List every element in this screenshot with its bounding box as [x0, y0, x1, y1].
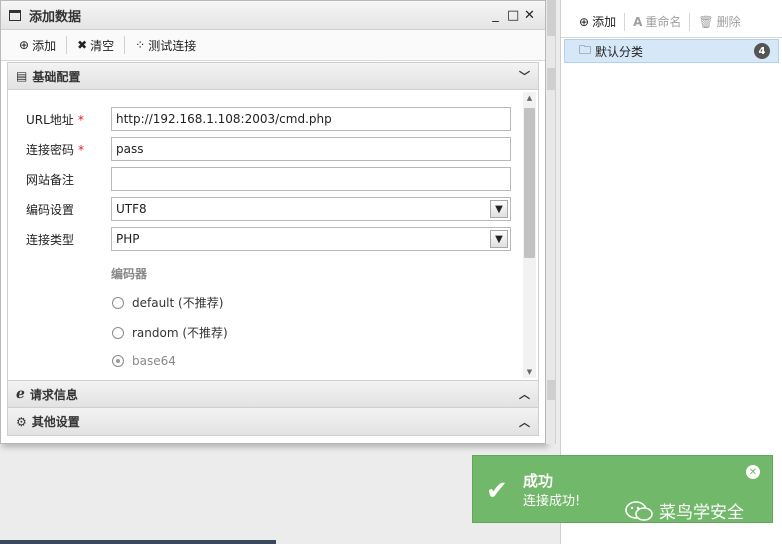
base-config-header[interactable]: ▤ 基础配置 ﹀ — [7, 62, 539, 90]
chevron-down-icon[interactable]: ▼ — [490, 200, 508, 218]
strip-block — [547, 0, 555, 36]
spinner-icon: ⁘ — [135, 38, 146, 52]
password-label: 连接密码 — [26, 142, 75, 157]
chevron-down-icon[interactable]: ▼ — [490, 230, 508, 248]
add-button-label: 添加 — [32, 38, 57, 53]
toast-message: 连接成功! — [523, 494, 581, 509]
encoder-option-base64[interactable]: base64 — [112, 354, 176, 368]
encoder-option-label: random (不推荐) — [132, 326, 228, 340]
scrollbar-thumb[interactable] — [524, 108, 535, 258]
font-icon: A — [633, 14, 643, 29]
plus-circle-icon: ⊕ — [579, 14, 590, 29]
encoder-option-label: base64 — [132, 354, 176, 368]
rename-button[interactable]: A 重命名 — [625, 13, 689, 30]
url-label-wrap: URL地址 * — [26, 111, 111, 128]
delete-label: 删除 — [716, 15, 741, 29]
radio-circle-icon[interactable] — [112, 326, 124, 339]
radio-checked-icon[interactable] — [112, 355, 124, 367]
category-label: 默认分类 — [595, 44, 644, 59]
dialog-edge-strip — [546, 0, 556, 444]
password-row: 连接密码 * pass — [26, 137, 512, 161]
category-add-button[interactable]: ⊕ 添加 — [571, 13, 624, 30]
toast-close-icon[interactable]: ✕ — [746, 465, 760, 479]
base-config-title: 基础配置 — [32, 69, 81, 84]
maximize-button[interactable]: □ — [507, 8, 519, 23]
category-toolbar: ⊕ 添加 A 重命名 🗑 删除 — [561, 6, 782, 38]
dialog-title: 添加数据 — [29, 9, 82, 25]
close-button[interactable]: ✕ — [524, 8, 535, 23]
taskbar-fragment — [0, 540, 276, 544]
type-label: 连接类型 — [26, 232, 75, 247]
password-input[interactable]: pass — [111, 137, 511, 161]
trash-icon: 🗑 — [698, 14, 714, 29]
encoding-label: 编码设置 — [26, 202, 75, 217]
rename-label: 重命名 — [645, 15, 682, 29]
scroll-down-icon[interactable]: ▼ — [523, 366, 536, 378]
other-settings-title: 其他设置 — [31, 415, 80, 429]
window-icon — [9, 9, 21, 21]
encoding-row: 编码设置 UTF8 ▼ — [26, 197, 512, 221]
required-mark: * — [78, 142, 85, 157]
type-row: 连接类型 PHP ▼ — [26, 227, 512, 251]
add-data-dialog: 添加数据 _ □ ✕ ⊕ 添加 ✖ 清空 ⁘ 测试连接 ▤ 基础配置 ﹀ URL… — [0, 0, 546, 444]
file-icon: ▤ — [16, 69, 28, 83]
radio-circle-icon[interactable] — [112, 296, 124, 309]
url-row: URL地址 * http://192.168.1.108:2003/cmd.php — [26, 107, 512, 131]
clear-button-label: 清空 — [90, 38, 115, 53]
encoding-value: UTF8 — [116, 202, 147, 216]
scroll-up-icon[interactable]: ▲ — [523, 92, 536, 104]
note-row: 网站备注 — [26, 167, 512, 191]
add-button[interactable]: ⊕ 添加 — [9, 35, 66, 55]
count-badge: 4 — [754, 43, 770, 59]
other-settings-header[interactable]: ⚙ 其他设置 ︿ — [7, 408, 539, 436]
test-connection-button[interactable]: ⁘ 测试连接 — [125, 35, 206, 55]
note-input[interactable] — [111, 167, 511, 191]
watermark-text: 菜鸟学安全 — [659, 503, 744, 523]
url-label: URL地址 — [26, 112, 74, 127]
encoder-option-default[interactable]: default (不推荐) — [112, 294, 223, 311]
chevron-up-icon: ︿ — [519, 388, 530, 401]
watermark: 菜鸟学安全 — [625, 498, 744, 523]
category-add-label: 添加 — [592, 15, 617, 29]
type-value: PHP — [116, 232, 140, 246]
delete-button[interactable]: 🗑 删除 — [690, 13, 748, 30]
test-connection-label: 测试连接 — [148, 38, 197, 53]
check-icon: ✔ — [486, 476, 508, 506]
toast-title: 成功 — [523, 472, 554, 490]
chevron-up-icon: ︿ — [519, 415, 530, 429]
url-input[interactable]: http://192.168.1.108:2003/cmd.php — [111, 107, 511, 131]
strip-block — [547, 68, 555, 90]
minimize-button[interactable]: _ — [490, 8, 501, 23]
plus-circle-icon: ⊕ — [19, 38, 30, 52]
dialog-titlebar[interactable]: 添加数据 _ □ ✕ — [1, 1, 545, 30]
x-icon: ✖ — [77, 38, 88, 52]
success-toast: ✔ 成功 连接成功! ✕ 菜鸟学安全 — [472, 455, 773, 523]
encoding-select[interactable]: UTF8 ▼ — [111, 197, 511, 221]
encoder-option-label: default (不推荐) — [132, 296, 224, 310]
folder-icon: 🗀 — [579, 42, 592, 57]
encoder-title: 编码器 — [111, 267, 148, 281]
request-info-header[interactable]: ℯ 请求信息 ︿ — [7, 380, 539, 408]
required-mark: * — [77, 112, 84, 127]
category-default[interactable]: 🗀 默认分类 4 — [564, 39, 779, 63]
wechat-icon — [625, 500, 653, 521]
gears-icon: ⚙ — [16, 414, 27, 429]
request-info-title: 请求信息 — [29, 387, 78, 402]
chevron-down-icon: ﹀ — [519, 70, 530, 83]
note-label: 网站备注 — [26, 172, 75, 187]
password-label-wrap: 连接密码 * — [26, 141, 111, 158]
strip-block — [547, 380, 555, 400]
encoder-option-random[interactable]: random (不推荐) — [112, 324, 228, 341]
dialog-toolbar: ⊕ 添加 ✖ 清空 ⁘ 测试连接 — [1, 30, 545, 61]
clear-button[interactable]: ✖ 清空 — [67, 35, 124, 55]
ie-icon: ℯ — [16, 386, 25, 402]
type-select[interactable]: PHP ▼ — [111, 227, 511, 251]
base-config-body: URL地址 * http://192.168.1.108:2003/cmd.php… — [7, 90, 539, 380]
vertical-scrollbar[interactable]: ▲ ▼ — [523, 92, 536, 378]
